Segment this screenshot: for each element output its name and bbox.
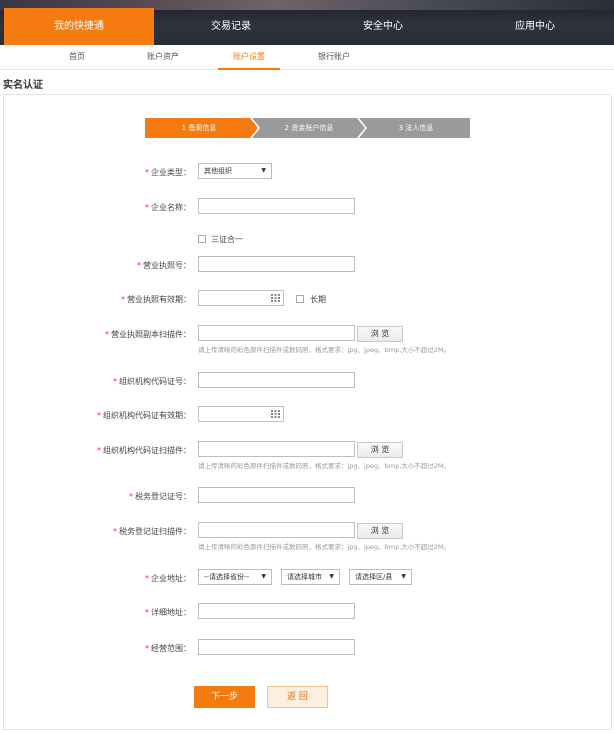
- org-code-scan-browse-button[interactable]: 浏 览: [357, 442, 403, 458]
- tax-scan-hint: 请上传清晰的彩色原件扫描件或数码照，格式要求：jpg、jpeg、bmp,大小不超…: [198, 543, 451, 551]
- company-name-input[interactable]: [198, 198, 355, 214]
- org-code-scan-label-text: 组织机构代码证扫描件：: [103, 446, 191, 455]
- top-banner: 我的快捷通 交易记录 安全中心 应用中心: [0, 0, 614, 45]
- tax-scan-label-text: 税务登记证扫描件：: [119, 527, 191, 536]
- license-no-input[interactable]: [198, 256, 355, 272]
- license-scan-hint: 请上传清晰的彩色原件扫描件或数码照，格式要求：jpg、jpeg、bmp,大小不超…: [198, 346, 451, 354]
- tax-scan-browse-button[interactable]: 浏 览: [357, 523, 403, 539]
- license-validity-label: * 营业执照有效期：: [121, 294, 191, 305]
- license-validity-date-input[interactable]: [198, 290, 284, 306]
- tax-scan-label: * 税务登记证扫描件：: [113, 526, 191, 537]
- nav-tab-transactions[interactable]: 交易记录: [156, 8, 306, 45]
- province-value: --请选择省份--: [204, 573, 250, 581]
- subnav-account-assets[interactable]: 账户资产: [138, 45, 188, 70]
- tax-no-label-text: 税务登记证号：: [135, 492, 191, 501]
- org-code-scan-label: * 组织机构代码证扫描件：: [97, 445, 191, 456]
- page-title: 实名认证: [3, 80, 43, 91]
- license-scan-label: * 营业执照副本扫描件：: [105, 329, 191, 340]
- business-scope-label-text: 经营范围：: [151, 644, 191, 653]
- company-name-label-text: 企业名称：: [151, 203, 191, 212]
- district-value: 请选择区/县: [355, 573, 393, 581]
- step-1-label: 1 备案信息: [181, 124, 217, 132]
- three-in-one-checkbox[interactable]: [198, 235, 206, 243]
- required-mark: *: [145, 644, 149, 653]
- license-scan-label-text: 营业执照副本扫描件：: [111, 330, 191, 339]
- detail-address-label-text: 详细地址：: [151, 608, 191, 617]
- sub-nav: 首页 账户资产 账户设置 银行账户: [0, 45, 614, 70]
- detail-address-label: * 详细地址：: [145, 607, 191, 618]
- business-scope-label: * 经营范围：: [145, 643, 191, 654]
- required-mark: *: [145, 203, 149, 212]
- address-label: * 企业地址：: [145, 573, 191, 584]
- required-mark: *: [97, 411, 101, 420]
- subnav-account-settings[interactable]: 账户设置: [218, 45, 280, 70]
- subnav-home[interactable]: 首页: [57, 45, 97, 70]
- required-mark: *: [97, 446, 101, 455]
- subnav-bank-accounts[interactable]: 银行账户: [309, 45, 359, 70]
- step-indicator: 1 备案信息 2 资金账户信息 3 法人信息: [145, 118, 470, 138]
- city-value: 请选择城市: [287, 573, 322, 581]
- step-2-label: 2 资金账户信息: [284, 124, 334, 132]
- calendar-icon[interactable]: [271, 294, 280, 302]
- next-step-button[interactable]: 下一步: [194, 686, 255, 708]
- page: 我的快捷通 交易记录 安全中心 应用中心 首页 账户资产 账户设置 银行账户 实…: [0, 0, 614, 733]
- city-select[interactable]: 请选择城市 ▼: [281, 569, 340, 585]
- required-mark: *: [113, 527, 117, 536]
- company-name-label: * 企业名称：: [145, 202, 191, 213]
- org-code-input[interactable]: [198, 372, 355, 388]
- province-select[interactable]: --请选择省份-- ▼: [198, 569, 272, 585]
- org-code-validity-date-input[interactable]: [198, 406, 284, 422]
- form-panel: [3, 94, 612, 730]
- license-scan-browse-button[interactable]: 浏 览: [357, 326, 403, 342]
- required-mark: *: [137, 261, 141, 270]
- chevron-down-icon: ▼: [329, 573, 334, 580]
- required-mark: *: [113, 377, 117, 386]
- detail-address-input[interactable]: [198, 603, 355, 619]
- business-scope-input[interactable]: [198, 639, 355, 655]
- org-code-scan-hint: 请上传清晰的彩色原件扫描件或数码照，格式要求：jpg、jpeg、bmp,大小不超…: [198, 462, 451, 470]
- back-button[interactable]: 返 回: [267, 686, 328, 708]
- org-code-validity-label-text: 组织机构代码证有效期：: [103, 411, 191, 420]
- step-3-label: 3 法人信息: [398, 124, 434, 132]
- chevron-down-icon: ▼: [261, 573, 266, 580]
- chevron-down-icon: ▼: [401, 573, 406, 580]
- required-mark: *: [105, 330, 109, 339]
- nav-tab-security-center[interactable]: 安全中心: [308, 8, 458, 45]
- company-type-label: * 企业类型：: [145, 167, 191, 178]
- license-no-label-text: 营业执照号：: [143, 261, 191, 270]
- license-no-label: * 营业执照号：: [137, 260, 191, 271]
- license-scan-file-input[interactable]: [198, 325, 355, 341]
- chevron-down-icon: ▼: [261, 167, 266, 174]
- company-type-select[interactable]: 其他组织 ▼: [198, 163, 272, 179]
- required-mark: *: [145, 168, 149, 177]
- district-select[interactable]: 请选择区/县 ▼: [349, 569, 412, 585]
- required-mark: *: [121, 295, 125, 304]
- nav-tab-my-kuaijietong[interactable]: 我的快捷通: [4, 8, 154, 45]
- required-mark: *: [145, 608, 149, 617]
- required-mark: *: [129, 492, 133, 501]
- calendar-icon[interactable]: [271, 410, 280, 418]
- company-type-value: 其他组织: [204, 167, 232, 175]
- long-term-checkbox[interactable]: [296, 295, 304, 303]
- long-term-label: 长期: [310, 295, 326, 304]
- license-validity-label-text: 营业执照有效期：: [127, 295, 191, 304]
- org-code-label-text: 组织机构代码证号：: [119, 377, 191, 386]
- required-mark: *: [145, 574, 149, 583]
- tax-scan-file-input[interactable]: [198, 522, 355, 538]
- three-in-one-label: 三证合一: [211, 235, 243, 244]
- tax-no-label: * 税务登记证号：: [129, 491, 191, 502]
- org-code-validity-label: * 组织机构代码证有效期：: [97, 410, 191, 421]
- company-type-label-text: 企业类型：: [151, 168, 191, 177]
- nav-tab-app-center[interactable]: 应用中心: [460, 8, 610, 45]
- address-label-text: 企业地址：: [151, 574, 191, 583]
- org-code-scan-file-input[interactable]: [198, 441, 355, 457]
- tax-no-input[interactable]: [198, 487, 355, 503]
- org-code-label: * 组织机构代码证号：: [113, 376, 191, 387]
